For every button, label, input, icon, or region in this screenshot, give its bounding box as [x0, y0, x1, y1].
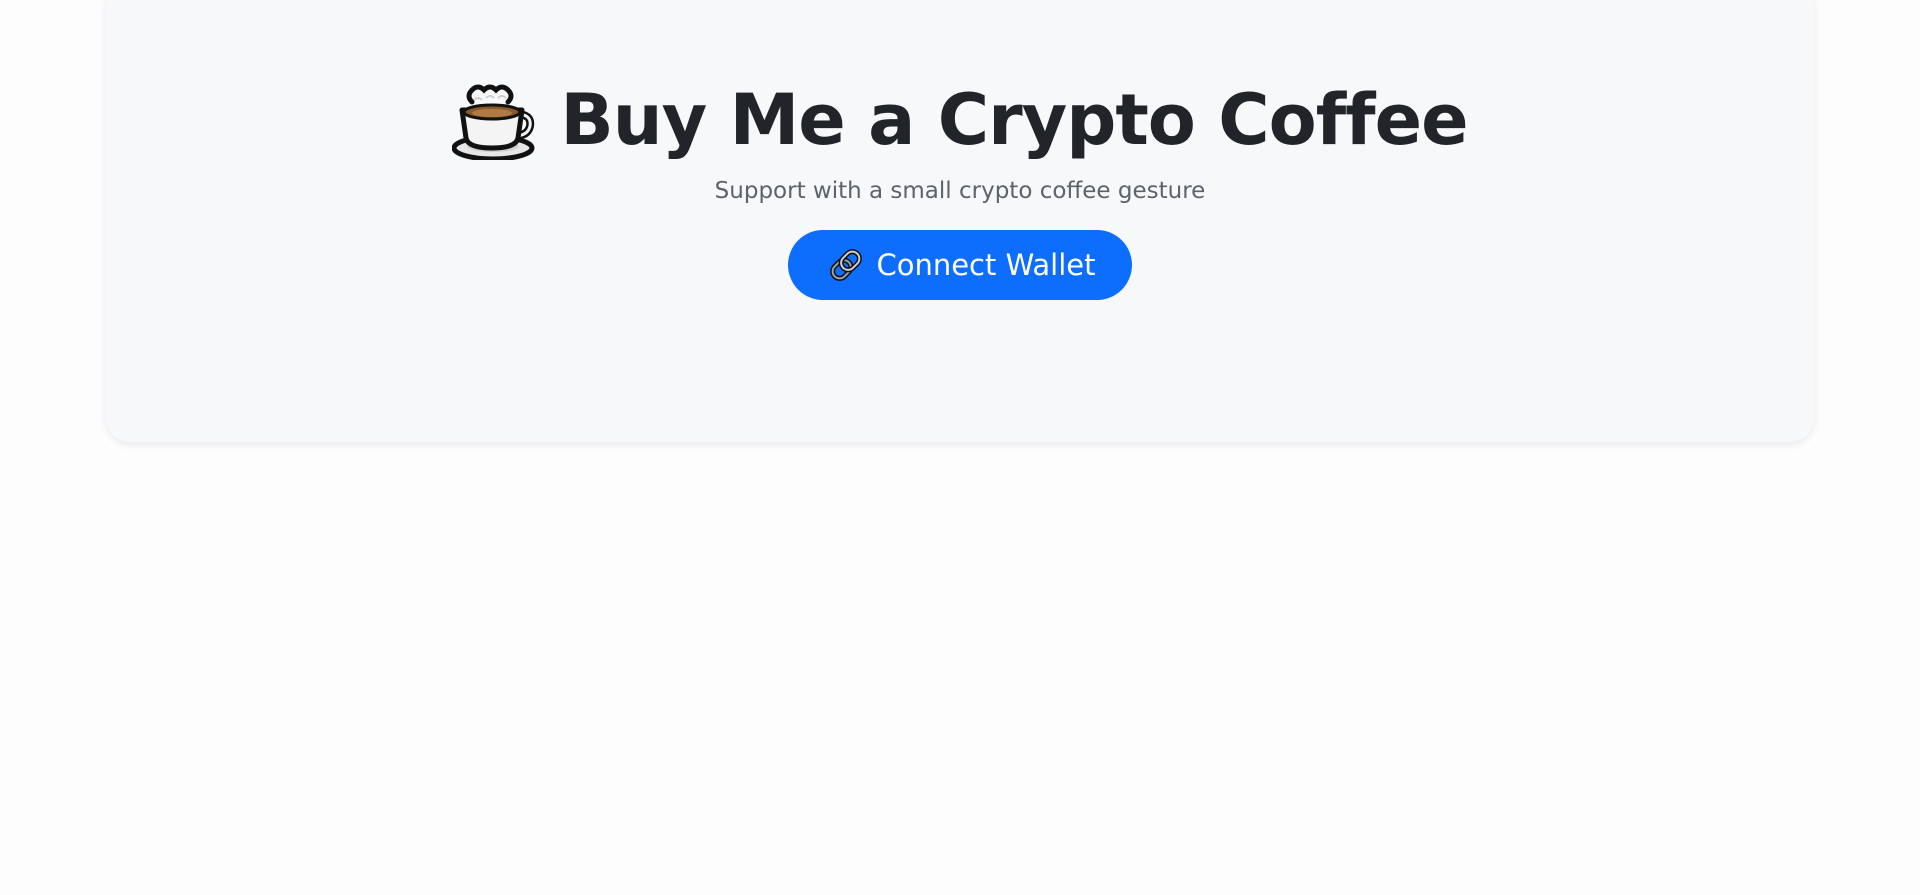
connect-wallet-button[interactable]: Connect Wallet: [788, 230, 1132, 300]
hero-card: Buy Me a Crypto Coffee Support with a sm…: [106, 0, 1814, 442]
connect-wallet-label: Connect Wallet: [876, 248, 1096, 282]
page-title-row: Buy Me a Crypto Coffee: [452, 79, 1469, 161]
page-title: Buy Me a Crypto Coffee: [560, 79, 1468, 161]
hero-content: Buy Me a Crypto Coffee Support with a sm…: [106, 0, 1814, 300]
link-icon: [830, 249, 863, 281]
page-subtitle: Support with a small crypto coffee gestu…: [714, 178, 1206, 204]
page: Buy Me a Crypto Coffee Support with a sm…: [0, 0, 1920, 895]
hot-beverage-icon: [452, 84, 535, 160]
